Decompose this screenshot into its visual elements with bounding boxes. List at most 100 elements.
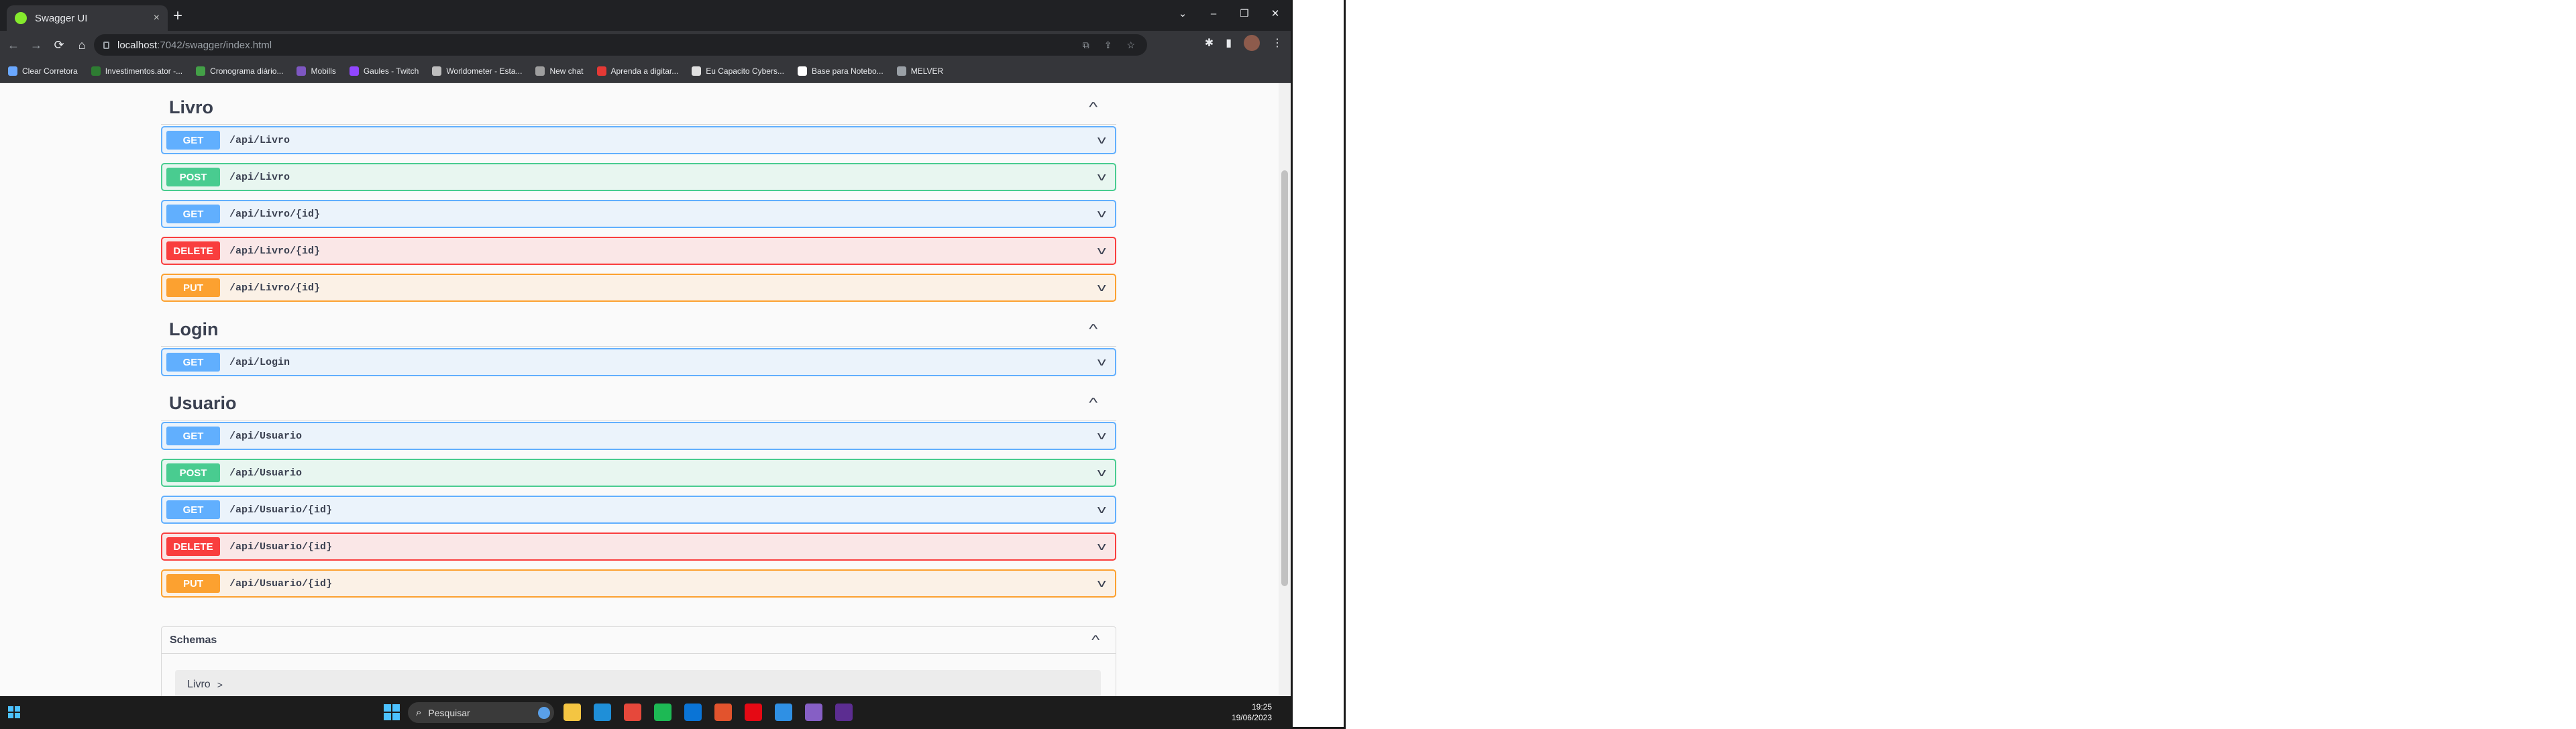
bookmark-item[interactable]: Clear Corretora bbox=[8, 66, 78, 76]
expand-arrow-icon[interactable]: > bbox=[217, 679, 223, 690]
bookmark-item[interactable]: New chat bbox=[535, 66, 584, 76]
operation-path: /api/Usuario/{id} bbox=[229, 577, 333, 590]
operation-path: /api/Livro/{id} bbox=[229, 282, 321, 294]
spotify-icon[interactable] bbox=[654, 704, 672, 721]
operation-delete[interactable]: DELETE/api/Livro/{id} v bbox=[161, 237, 1116, 265]
bookmark-favicon-icon bbox=[349, 66, 359, 76]
operation-get[interactable]: GET/api/Usuario/{id} v bbox=[161, 496, 1116, 524]
extensions-icon[interactable]: ✱ bbox=[1205, 36, 1214, 50]
method-badge: DELETE bbox=[166, 241, 220, 260]
clock-date: 19/06/2023 bbox=[1231, 713, 1272, 722]
operation-path: /api/Login bbox=[229, 356, 290, 368]
tag-header-usuario[interactable]: Usuario ^ bbox=[161, 387, 1116, 420]
file-explorer-icon[interactable] bbox=[564, 704, 581, 721]
bookmark-item[interactable]: Mobills bbox=[297, 66, 336, 76]
bookmark-star-icon[interactable]: ☆ bbox=[1126, 40, 1135, 51]
taskbar-search[interactable]: ⌕ Pesquisar bbox=[408, 702, 554, 723]
schema-model-livro[interactable]: Livro > bbox=[175, 670, 1101, 696]
operation-path: /api/Livro bbox=[229, 171, 290, 183]
collapse-chevron-icon[interactable]: ^ bbox=[1091, 633, 1099, 647]
forward-icon[interactable]: → bbox=[27, 38, 46, 52]
bookmark-label: Eu Capacito Cybers... bbox=[706, 66, 784, 76]
bookmark-item[interactable]: Base para Notebo... bbox=[797, 66, 883, 76]
expand-chevron-icon[interactable]: v bbox=[1097, 577, 1106, 590]
operation-delete[interactable]: DELETE/api/Usuario/{id} v bbox=[161, 532, 1116, 561]
edge-icon[interactable] bbox=[594, 704, 611, 721]
expand-chevron-icon[interactable]: v bbox=[1097, 355, 1106, 369]
method-badge: POST bbox=[166, 168, 220, 186]
schemas-title: Schemas bbox=[170, 634, 217, 646]
bookmark-item[interactable]: MELVER bbox=[896, 66, 943, 76]
collapse-chevron-icon[interactable]: ^ bbox=[1089, 100, 1097, 115]
tag-header-livro[interactable]: Livro ^ bbox=[161, 91, 1116, 125]
operation-path: /api/Usuario bbox=[229, 430, 303, 442]
method-badge: GET bbox=[166, 500, 220, 519]
bookmark-favicon-icon bbox=[432, 66, 442, 76]
home-icon[interactable]: ⌂ bbox=[72, 38, 91, 52]
extensions-area: ✱ ▮ ⋮ bbox=[1205, 35, 1283, 51]
chrome-icon[interactable] bbox=[624, 704, 641, 721]
expand-chevron-icon[interactable]: v bbox=[1097, 540, 1106, 553]
tag-name: Usuario bbox=[169, 393, 237, 413]
schemas-header[interactable]: Schemas ^ bbox=[162, 627, 1116, 654]
office-icon[interactable] bbox=[714, 704, 732, 721]
bookmark-label: Clear Corretora bbox=[22, 66, 78, 76]
outlook-icon[interactable] bbox=[684, 704, 702, 721]
operation-post[interactable]: POST/api/Usuario v bbox=[161, 459, 1116, 487]
bookmark-favicon-icon bbox=[196, 66, 206, 76]
operation-get[interactable]: GET/api/Livro v bbox=[161, 126, 1116, 154]
collapse-chevron-icon[interactable]: ^ bbox=[1089, 396, 1097, 411]
close-window-icon[interactable]: ✕ bbox=[1260, 7, 1291, 19]
operation-post[interactable]: POST/api/Livro v bbox=[161, 163, 1116, 191]
bookmark-item[interactable]: Cronograma diário... bbox=[196, 66, 283, 76]
reload-icon[interactable]: ⟳ bbox=[50, 38, 68, 52]
netflix-icon[interactable] bbox=[745, 704, 762, 721]
bookmarks-bar: Clear Corretora Investimentos.ator -... Cr… bbox=[0, 59, 1291, 83]
expand-chevron-icon[interactable]: v bbox=[1097, 244, 1106, 258]
operation-path: /api/Livro/{id} bbox=[229, 245, 321, 257]
operation-put[interactable]: PUT/api/Usuario/{id} v bbox=[161, 569, 1116, 598]
bookmark-item[interactable]: Worldometer - Esta... bbox=[432, 66, 522, 76]
tag-header-login[interactable]: Login ^ bbox=[161, 313, 1116, 347]
browser-tab[interactable]: Swagger UI × bbox=[7, 5, 168, 31]
system-clock[interactable]: 19:25 19/06/2023 bbox=[1232, 702, 1272, 723]
expand-chevron-icon[interactable]: v bbox=[1097, 503, 1106, 516]
minimize-icon[interactable]: – bbox=[1198, 8, 1229, 19]
visual-studio-icon[interactable] bbox=[805, 704, 822, 721]
tab-search-icon[interactable]: ⌄ bbox=[1167, 7, 1198, 19]
menu-icon[interactable]: ⋮ bbox=[1272, 36, 1283, 50]
operation-get[interactable]: GET/api/Livro/{id} v bbox=[161, 200, 1116, 228]
other-app-icon[interactable] bbox=[835, 704, 853, 721]
bookmark-item[interactable]: Eu Capacito Cybers... bbox=[692, 66, 784, 76]
start-button-icon[interactable] bbox=[384, 704, 400, 720]
new-tab-button[interactable]: + bbox=[173, 8, 182, 24]
expand-chevron-icon[interactable]: v bbox=[1097, 207, 1106, 221]
bookmark-item[interactable]: Investimentos.ator -... bbox=[91, 66, 182, 76]
bookmark-item[interactable]: Gaules - Twitch bbox=[349, 66, 419, 76]
share-icon[interactable]: ⇪ bbox=[1104, 40, 1112, 51]
side-panel-icon[interactable]: ▮ bbox=[1226, 36, 1232, 50]
expand-chevron-icon[interactable]: v bbox=[1097, 170, 1106, 184]
profile-avatar[interactable] bbox=[1244, 35, 1260, 51]
operation-get[interactable]: GET/api/Usuario v bbox=[161, 422, 1116, 450]
expand-chevron-icon[interactable]: v bbox=[1097, 466, 1106, 480]
address-bar[interactable]: localhost:7042/swagger/index.html ⧉ ⇪ ☆ bbox=[94, 34, 1147, 56]
scrollbar-thumb[interactable] bbox=[1281, 170, 1288, 586]
restore-icon[interactable]: ❐ bbox=[1229, 7, 1260, 19]
widgets-icon[interactable] bbox=[8, 706, 20, 718]
bookmark-item[interactable]: Aprenda a digitar... bbox=[596, 66, 678, 76]
method-badge: POST bbox=[166, 463, 220, 482]
operation-get[interactable]: GET/api/Login v bbox=[161, 348, 1116, 376]
bookmark-favicon-icon bbox=[692, 66, 702, 76]
page-scrollbar[interactable] bbox=[1279, 83, 1291, 696]
collapse-chevron-icon[interactable]: ^ bbox=[1089, 322, 1097, 337]
bookmark-label: Gaules - Twitch bbox=[363, 66, 419, 76]
translate-icon[interactable]: ⧉ bbox=[1083, 40, 1089, 51]
expand-chevron-icon[interactable]: v bbox=[1097, 133, 1106, 147]
vscode-icon[interactable] bbox=[775, 704, 792, 721]
tab-close-icon[interactable]: × bbox=[154, 12, 160, 24]
operation-put[interactable]: PUT/api/Livro/{id} v bbox=[161, 274, 1116, 302]
back-icon[interactable]: ← bbox=[4, 38, 23, 52]
expand-chevron-icon[interactable]: v bbox=[1097, 429, 1106, 443]
expand-chevron-icon[interactable]: v bbox=[1097, 281, 1106, 294]
